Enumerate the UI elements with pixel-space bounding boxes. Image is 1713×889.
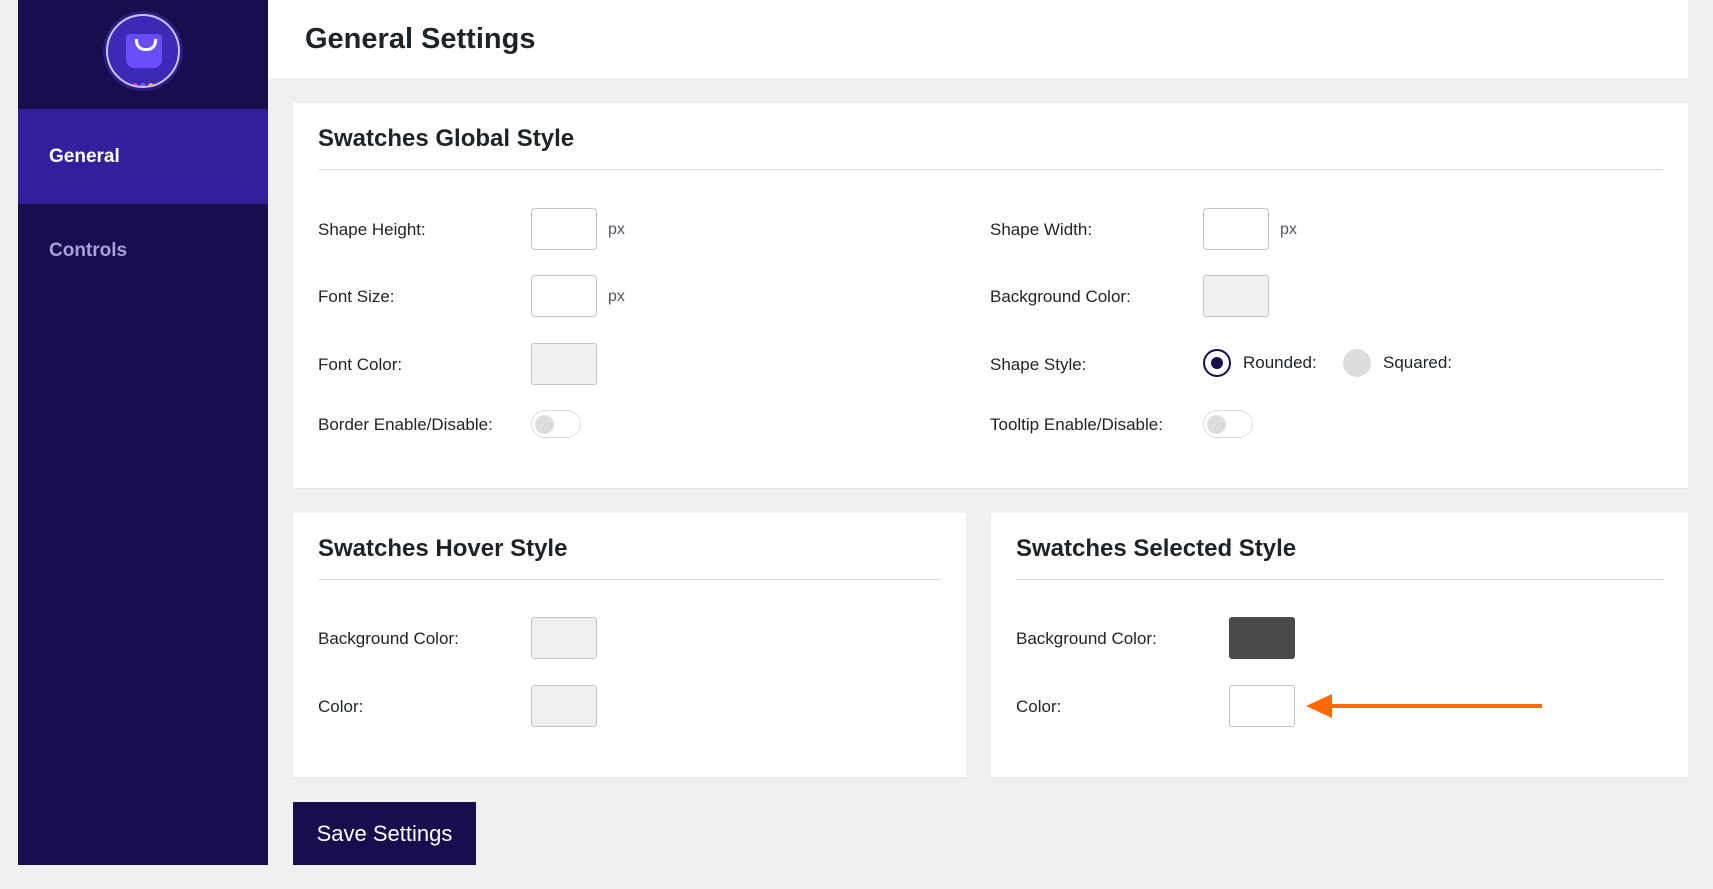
toggle-knob	[1207, 415, 1226, 434]
sidebar-item-controls[interactable]: Controls	[18, 203, 268, 298]
hover-style-title: Swatches Hover Style	[318, 535, 568, 562]
page-header: General Settings	[268, 0, 1688, 78]
shape-width-label: Shape Width:	[990, 220, 1093, 239]
font-size-unit: px	[608, 288, 625, 305]
shape-style-rounded-radio[interactable]	[1203, 349, 1231, 377]
border-toggle[interactable]	[531, 410, 581, 438]
selected-color-picker[interactable]	[1229, 685, 1295, 727]
shape-height-input[interactable]	[531, 208, 597, 250]
logo-dots	[132, 76, 158, 86]
hover-color-picker[interactable]	[531, 685, 597, 727]
sidebar-item-label: General	[49, 145, 120, 167]
global-style-title: Swatches Global Style	[318, 125, 575, 152]
divider	[1016, 579, 1663, 580]
shape-style-rounded-label: Rounded:	[1243, 353, 1317, 372]
divider	[318, 169, 1663, 170]
shape-style-squared-label: Squared:	[1383, 353, 1452, 372]
hover-background-color-picker[interactable]	[531, 617, 597, 659]
divider	[318, 579, 941, 580]
shopping-bag-icon	[126, 34, 162, 68]
app-logo	[106, 14, 180, 88]
shape-width-unit: px	[1280, 221, 1297, 238]
selected-color-label: Color:	[1016, 697, 1062, 716]
page-title: General Settings	[305, 22, 536, 55]
sidebar-item-label: Controls	[49, 239, 128, 261]
selected-style-title: Swatches Selected Style	[1016, 535, 1297, 562]
shape-style-squared-radio[interactable]	[1343, 349, 1371, 377]
font-size-label: Font Size:	[318, 287, 395, 306]
border-toggle-label: Border Enable/Disable:	[318, 415, 493, 434]
shape-style-label: Shape Style:	[990, 355, 1087, 374]
font-color-picker[interactable]	[531, 343, 597, 385]
sidebar: General Controls	[18, 0, 268, 865]
selected-background-color-label: Background Color:	[1016, 629, 1157, 648]
selected-style-card: Swatches Selected Style Background Color…	[991, 513, 1688, 777]
tooltip-toggle[interactable]	[1203, 410, 1253, 438]
sidebar-item-general[interactable]: General	[18, 109, 268, 204]
shape-height-label: Shape Height:	[318, 220, 426, 239]
global-style-card: Swatches Global Style Shape Height: px S…	[293, 103, 1688, 488]
annotation-arrow-icon	[1306, 694, 1542, 718]
tooltip-toggle-label: Tooltip Enable/Disable:	[990, 415, 1163, 434]
shape-width-input[interactable]	[1203, 208, 1269, 250]
shape-height-unit: px	[608, 221, 625, 238]
hover-background-color-label: Background Color:	[318, 629, 459, 648]
background-color-label: Background Color:	[990, 287, 1131, 306]
hover-style-card: Swatches Hover Style Background Color: C…	[293, 513, 966, 777]
save-settings-button[interactable]: Save Settings	[293, 802, 476, 865]
font-color-label: Font Color:	[318, 355, 403, 374]
hover-color-label: Color:	[318, 697, 364, 716]
background-color-picker[interactable]	[1203, 275, 1269, 317]
font-size-input[interactable]	[531, 275, 597, 317]
selected-background-color-picker[interactable]	[1229, 617, 1295, 659]
toggle-knob	[535, 415, 554, 434]
